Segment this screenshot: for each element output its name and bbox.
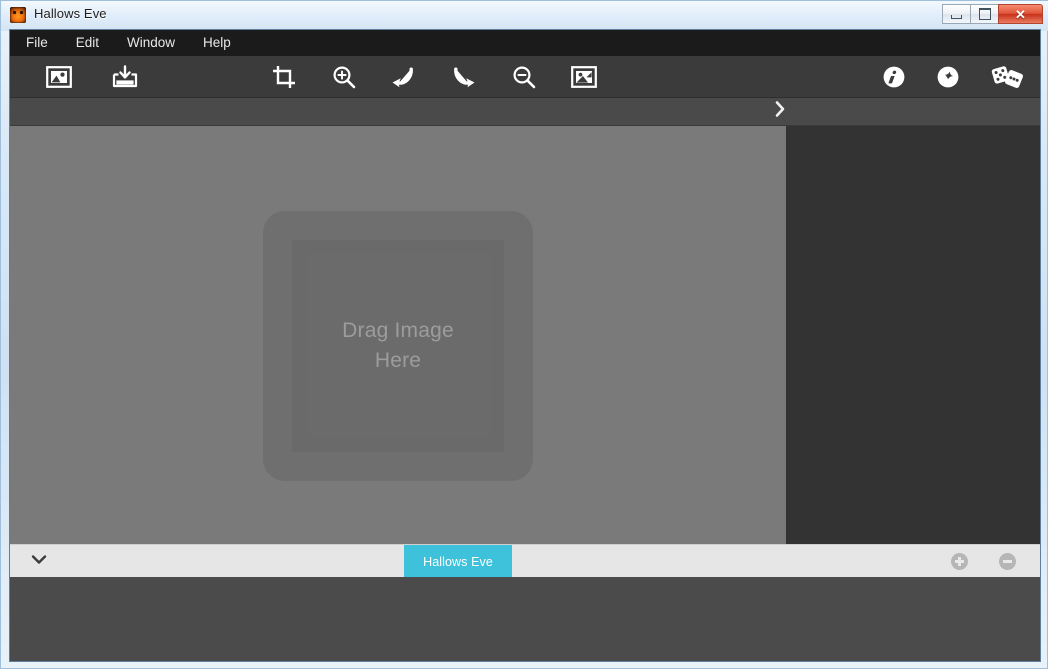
crop-icon xyxy=(272,65,296,89)
title-bar: Hallows Eve ✕ xyxy=(1,1,1048,29)
minus-icon xyxy=(1003,560,1012,563)
application-window: Hallows Eve ✕ File Edit Window Help Drag… xyxy=(0,0,1048,669)
chevron-down-icon xyxy=(30,552,48,571)
editor-stage: Drag Image Here xyxy=(10,126,1040,544)
tab-label: Hallows Eve xyxy=(423,554,493,569)
zoom-out-icon xyxy=(512,65,536,89)
tab-hallows-eve[interactable]: Hallows Eve xyxy=(404,545,512,578)
chevron-right-icon xyxy=(773,100,787,123)
remove-tab-button[interactable] xyxy=(999,553,1016,570)
pumpkin-icon xyxy=(10,7,26,23)
close-icon: ✕ xyxy=(1015,6,1026,22)
zoom-in-icon xyxy=(332,65,356,89)
resize-image-button[interactable] xyxy=(567,61,601,93)
client-area: File Edit Window Help Drag Image Here Ha… xyxy=(9,29,1041,662)
dropzone-label: Drag Image Here xyxy=(263,211,533,481)
dice-icon xyxy=(991,65,1025,89)
open-image-button[interactable] xyxy=(42,61,76,93)
layer-tab-strip: Hallows Eve xyxy=(10,544,1040,578)
close-button[interactable]: ✕ xyxy=(998,4,1043,24)
plus-icon-vertical xyxy=(958,557,961,566)
save-image-button[interactable] xyxy=(108,61,142,93)
image-resize-icon xyxy=(571,66,597,88)
menu-window[interactable]: Window xyxy=(113,30,189,56)
window-controls: ✕ xyxy=(942,4,1043,24)
image-canvas[interactable]: Drag Image Here xyxy=(10,126,786,544)
undo-arrow-icon xyxy=(390,66,416,88)
redo-arrow-icon xyxy=(451,66,477,88)
secondary-toolbar xyxy=(10,98,1040,126)
undo-button[interactable] xyxy=(386,61,420,93)
add-tab-button[interactable] xyxy=(951,553,968,570)
dropzone-label-line1: Drag Image xyxy=(342,319,454,342)
randomize-button[interactable] xyxy=(988,61,1028,93)
image-icon xyxy=(46,66,72,88)
settings-button[interactable] xyxy=(931,61,965,93)
window-title: Hallows Eve xyxy=(34,6,107,21)
crop-button[interactable] xyxy=(267,61,301,93)
settings-circle-icon xyxy=(936,65,960,89)
dropzone-label-line2: Here xyxy=(374,349,422,372)
minimize-button[interactable] xyxy=(942,4,971,24)
expand-panel-button[interactable] xyxy=(764,98,796,125)
redo-button[interactable] xyxy=(447,61,481,93)
maximize-button[interactable] xyxy=(970,4,999,24)
main-toolbar xyxy=(10,56,1040,98)
info-button[interactable] xyxy=(877,61,911,93)
info-icon xyxy=(882,65,906,89)
menu-help[interactable]: Help xyxy=(189,30,245,56)
bottom-panel xyxy=(10,577,1040,661)
save-tray-icon xyxy=(111,65,139,89)
zoom-out-button[interactable] xyxy=(507,61,541,93)
tab-menu-button[interactable] xyxy=(22,545,56,578)
menu-edit[interactable]: Edit xyxy=(62,30,113,56)
menu-file[interactable]: File xyxy=(10,30,62,56)
drag-image-dropzone[interactable]: Drag Image Here xyxy=(263,211,533,481)
menu-bar: File Edit Window Help xyxy=(10,30,1040,56)
zoom-in-button[interactable] xyxy=(327,61,361,93)
